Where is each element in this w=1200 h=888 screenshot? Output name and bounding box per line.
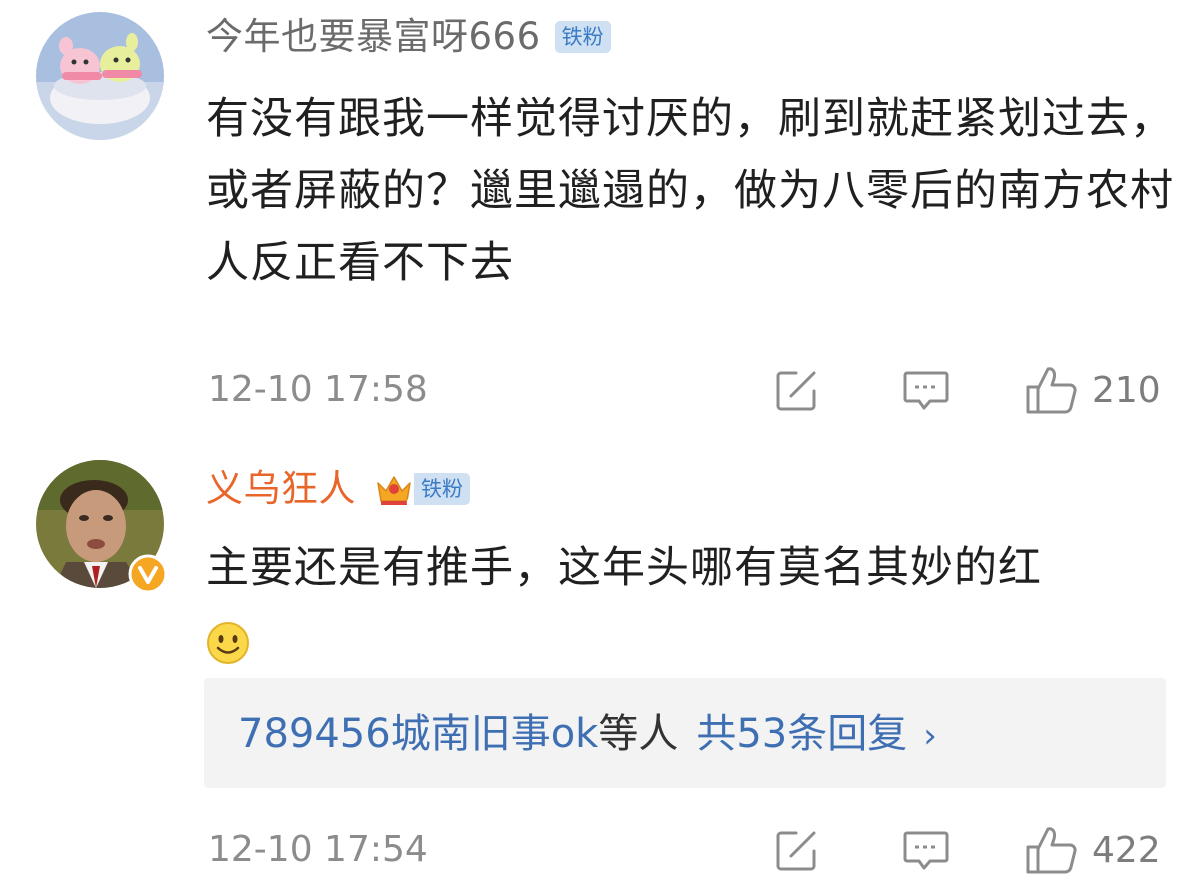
like-count: 422 [1092, 829, 1161, 871]
like-button[interactable]: 422 [1026, 822, 1161, 878]
comment-item: 义乌狂人 6 铁粉 主要还是有推手，这年头哪有莫名其妙的红 789456城南旧事… [0, 0, 1200, 888]
replies-preview[interactable]: 789456城南旧事ok等人 共53条回复 › [204, 678, 1166, 788]
comment-bubble-icon [903, 831, 949, 870]
edit-square-icon [776, 831, 816, 871]
smile-emoji-icon [207, 621, 249, 664]
replies-suffix: 等人 [598, 711, 679, 757]
replies-count-link[interactable]: 共53条回复 [696, 711, 907, 757]
vip-crown-icon: 6 [377, 476, 414, 509]
comment-thread: 今年也要暴富呀666 铁粉 有没有跟我一样觉得讨厌的，刷到就赶紧划过去，或者屏蔽… [0, 0, 1200, 888]
comment-meta: 12-10 17:54 422 [208, 822, 1168, 878]
thumbs-up-icon [1026, 827, 1077, 874]
comment-button[interactable] [902, 822, 950, 878]
repost-button[interactable] [774, 822, 820, 878]
replies-users[interactable]: 789456城南旧事ok [238, 711, 598, 757]
chevron-right-icon: › [923, 716, 937, 756]
timestamp: 12-10 17:54 [208, 829, 428, 870]
fan-badge: 铁粉 [414, 473, 470, 505]
verified-badge-icon [128, 554, 168, 594]
comment-text: 主要还是有推手，这年头哪有莫名其妙的红 [206, 532, 1176, 676]
avatar[interactable] [36, 460, 168, 594]
username[interactable]: 义乌狂人 [206, 464, 356, 514]
vip-level: 6 [406, 496, 414, 509]
comment-text-content: 主要还是有推手，这年头哪有莫名其妙的红 [206, 543, 1042, 593]
